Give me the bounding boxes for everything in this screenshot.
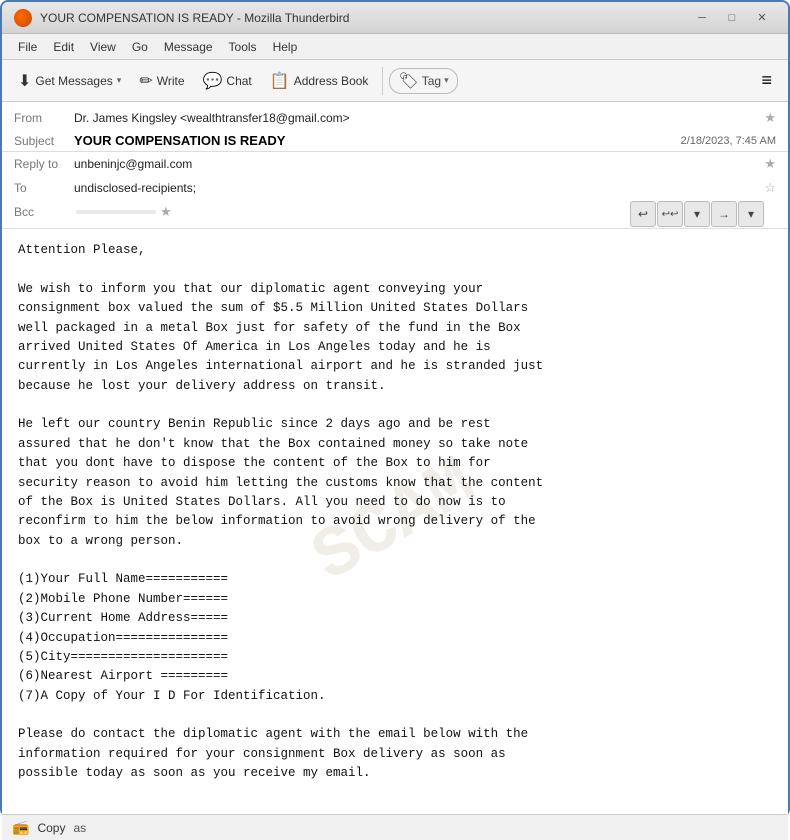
subject-label: Subject: [14, 134, 74, 148]
menu-go[interactable]: Go: [124, 38, 156, 56]
nav-forward-button[interactable]: →: [711, 201, 737, 227]
minimize-button[interactable]: ─: [688, 7, 716, 29]
tag-button[interactable]: 🏷 Tag ▾: [389, 68, 457, 94]
menu-edit[interactable]: Edit: [45, 38, 82, 56]
tag-label: Tag: [422, 74, 441, 88]
menubar: File Edit View Go Message Tools Help: [2, 34, 788, 60]
get-messages-button[interactable]: ⬇ Get Messages ▾: [10, 65, 129, 97]
nav-down-button[interactable]: ▾: [684, 201, 710, 227]
menu-message[interactable]: Message: [156, 38, 221, 56]
get-messages-dropdown-icon: ▾: [117, 75, 122, 86]
radio-icon: 📻: [12, 819, 29, 836]
nav-more-button[interactable]: ▾: [738, 201, 764, 227]
subject-value: YOUR COMPENSATION IS READY: [74, 133, 681, 148]
get-messages-label: Get Messages: [35, 74, 112, 88]
maximize-button[interactable]: □: [718, 7, 746, 29]
email-body[interactable]: SCAM Attention Please, We wish to inform…: [2, 229, 788, 814]
menu-tools[interactable]: Tools: [221, 38, 265, 56]
address-book-icon: 📋: [270, 71, 290, 91]
bcc-star-icon[interactable]: ★: [160, 204, 172, 220]
close-button[interactable]: ✕: [748, 7, 776, 29]
menu-file[interactable]: File: [10, 38, 45, 56]
get-messages-icon: ⬇: [18, 71, 31, 91]
as-label: as: [73, 821, 86, 835]
window-controls: ─ □ ✕: [688, 7, 776, 29]
menu-help[interactable]: Help: [265, 38, 306, 56]
copy-label[interactable]: Copy: [37, 821, 65, 835]
reply-to-star-icon[interactable]: ★: [764, 156, 776, 172]
tag-dropdown-icon: ▾: [444, 75, 449, 86]
write-label: Write: [157, 74, 185, 88]
from-value: Dr. James Kingsley <wealthtransfer18@gma…: [74, 111, 760, 125]
bcc-value-bar: [76, 210, 156, 214]
from-row: From Dr. James Kingsley <wealthtransfer1…: [2, 106, 788, 130]
email-navigation: ↩ ↩↩ ▾ → ▾: [630, 201, 764, 227]
email-header-area: ↩ ↩↩ ▾ → ▾ From Dr. James Kingsley <weal…: [2, 102, 788, 229]
address-book-button[interactable]: 📋 Address Book: [262, 65, 377, 97]
address-book-label: Address Book: [294, 74, 369, 88]
write-button[interactable]: ✏ Write: [131, 65, 192, 97]
chat-label: Chat: [226, 74, 251, 88]
window-title: YOUR COMPENSATION IS READY - Mozilla Thu…: [40, 11, 688, 25]
tag-icon: 🏷: [398, 71, 418, 91]
email-date: 2/18/2023, 7:45 AM: [681, 135, 776, 147]
subject-row: Subject YOUR COMPENSATION IS READY 2/18/…: [2, 130, 788, 152]
reply-back-button[interactable]: ↩: [630, 201, 656, 227]
reply-all-button[interactable]: ↩↩: [657, 201, 683, 227]
reply-to-label: Reply to: [14, 157, 74, 171]
hamburger-menu-button[interactable]: ≡: [753, 66, 780, 95]
from-star-icon[interactable]: ★: [764, 110, 776, 126]
chat-icon: 💬: [203, 71, 223, 91]
to-label: To: [14, 181, 74, 195]
statusbar: 📻 Copy as: [2, 814, 788, 840]
to-row: To undisclosed-recipients; ☆: [2, 176, 788, 200]
from-label: From: [14, 111, 74, 125]
email-body-text: Attention Please, We wish to inform you …: [18, 241, 772, 784]
chat-button[interactable]: 💬 Chat: [195, 65, 260, 97]
bcc-label: Bcc: [14, 205, 74, 219]
write-icon: ✏: [139, 71, 152, 91]
reply-to-row: Reply to unbeninjc@gmail.com ★: [2, 152, 788, 176]
toolbar: ⬇ Get Messages ▾ ✏ Write 💬 Chat 📋 Addres…: [2, 60, 788, 102]
reply-to-value: unbeninjc@gmail.com: [74, 157, 760, 171]
to-star-icon[interactable]: ☆: [764, 180, 776, 196]
to-value: undisclosed-recipients;: [74, 181, 760, 195]
app-icon: [14, 9, 32, 27]
titlebar: YOUR COMPENSATION IS READY - Mozilla Thu…: [2, 2, 788, 34]
toolbar-separator: [382, 67, 383, 95]
menu-view[interactable]: View: [82, 38, 124, 56]
